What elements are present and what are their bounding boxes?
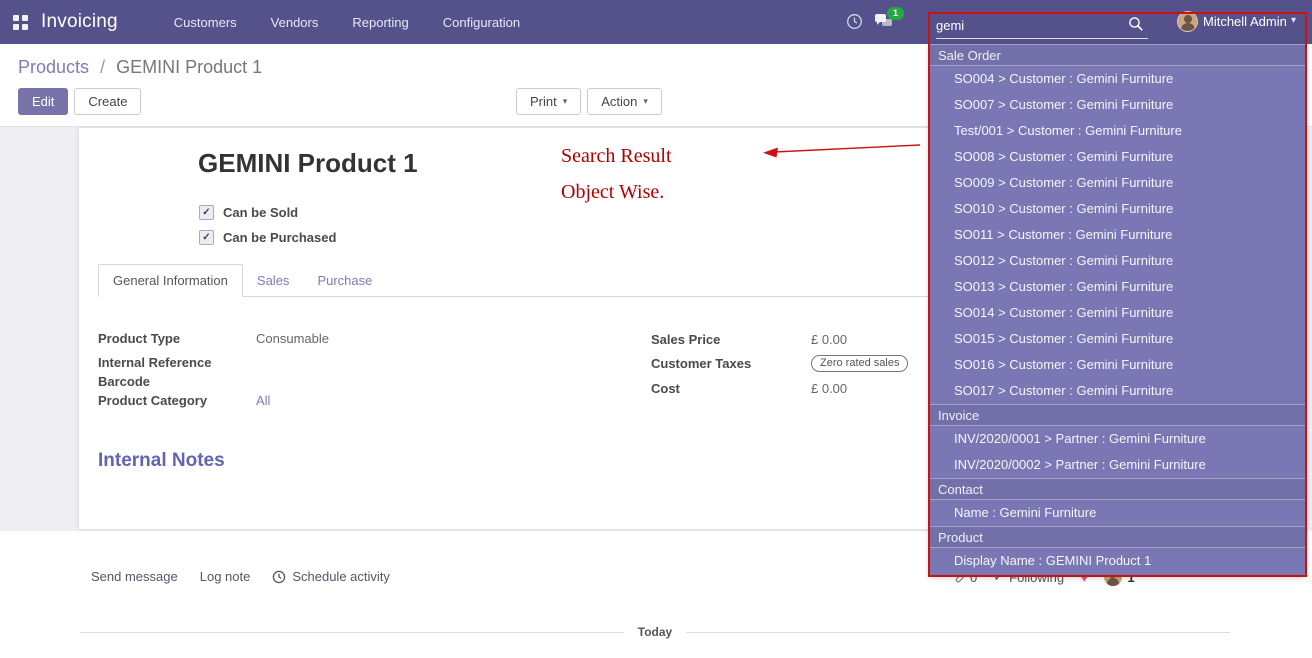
right-field-column: Sales Price £ 0.00 Customer Taxes Zero r… [651,331,908,404]
form-buttons: Edit Create [18,88,141,115]
breadcrumb: Products / GEMINI Product 1 [18,57,262,78]
field-sales-price: Sales Price £ 0.00 [651,331,908,347]
field-cost: Cost £ 0.00 [651,380,908,396]
search-results-dropdown: Sale Order SO004 > Customer : Gemini Fur… [930,44,1305,575]
field-product-category: Product Category All [98,393,329,408]
menu-customers[interactable]: Customers [174,15,237,30]
schedule-activity-button[interactable]: Schedule activity [272,569,390,584]
messages-icon[interactable]: 1 [874,12,893,34]
create-button[interactable]: Create [74,88,141,115]
user-menu-caret-icon[interactable]: ▾ [1291,15,1296,26]
search-result-item[interactable]: Test/001 > Customer : Gemini Furniture [930,118,1305,144]
today-label: Today [638,625,672,639]
app-name[interactable]: Invoicing [41,11,118,33]
field-label: Customer Taxes [651,356,811,371]
breadcrumb-products-link[interactable]: Products [18,57,89,77]
field-value: £ 0.00 [811,332,847,347]
apps-menu-icon[interactable] [13,15,28,30]
annotation-line-2: Object Wise. [561,180,672,204]
product-title: GEMINI Product 1 [198,148,418,179]
action-label: Action [601,94,637,109]
user-menu[interactable]: Mitchell Admin [1203,14,1287,29]
action-dropdown-button[interactable]: Action ▾ [587,88,662,115]
customer-tax-tag: Zero rated sales [811,355,908,372]
global-search-input[interactable] [936,12,1148,39]
field-label: Cost [651,381,811,396]
caret-down-icon: ▾ [643,96,648,107]
internal-notes-heading: Internal Notes [98,450,225,472]
menu-configuration[interactable]: Configuration [443,15,520,30]
search-result-item[interactable]: SO016 > Customer : Gemini Furniture [930,352,1305,378]
print-action-buttons: Print ▾ Action ▾ [516,88,662,115]
search-result-item[interactable]: SO011 > Customer : Gemini Furniture [930,222,1305,248]
checkbox-checked-icon: ✓ [199,205,214,220]
search-group-contact: Contact [930,478,1305,500]
send-message-button[interactable]: Send message [91,569,178,584]
field-internal-reference: Internal Reference [98,355,329,370]
tab-purchase[interactable]: Purchase [303,265,386,296]
search-result-item[interactable]: SO004 > Customer : Gemini Furniture [930,66,1305,92]
annotation-arrow [752,136,930,162]
edit-button[interactable]: Edit [18,88,68,115]
field-label: Product Type [98,331,256,346]
search-group-sale-order: Sale Order [930,44,1305,66]
field-product-type: Product Type Consumable [98,331,329,346]
field-barcode: Barcode [98,374,329,389]
checkbox-checked-icon: ✓ [199,230,214,245]
field-value: Consumable [256,331,329,346]
menu-vendors[interactable]: Vendors [271,15,319,30]
user-avatar[interactable] [1177,11,1198,32]
search-group-product: Product [930,526,1305,548]
field-value: £ 0.00 [811,381,847,396]
annotation-line-1: Search Result [561,144,672,168]
search-group-invoice: Invoice [930,404,1305,426]
annotation-text: Search Result Object Wise. [561,144,672,204]
print-dropdown-button[interactable]: Print ▾ [516,88,581,115]
breadcrumb-separator: / [100,57,105,77]
can-be-purchased-checkbox[interactable]: ✓ Can be Purchased [199,230,336,245]
schedule-activity-label: Schedule activity [292,569,390,584]
search-result-item[interactable]: Display Name : GEMINI Product 1 [930,548,1305,574]
field-label: Product Category [98,393,256,408]
search-result-item[interactable]: SO009 > Customer : Gemini Furniture [930,170,1305,196]
caret-down-icon: ▾ [563,96,568,107]
breadcrumb-current: GEMINI Product 1 [116,57,262,77]
search-result-item[interactable]: INV/2020/0001 > Partner : Gemini Furnitu… [930,426,1305,452]
can-be-sold-checkbox[interactable]: ✓ Can be Sold [199,205,298,220]
field-label: Internal Reference [98,355,256,370]
tab-general-information[interactable]: General Information [98,264,243,297]
activities-clock-icon[interactable] [846,13,863,30]
product-category-link[interactable]: All [256,393,270,408]
tab-sales[interactable]: Sales [243,265,304,296]
menu-reporting[interactable]: Reporting [352,15,408,30]
schedule-clock-icon [272,570,286,584]
search-result-item[interactable]: INV/2020/0002 > Partner : Gemini Furnitu… [930,452,1305,478]
chatter-toolbar: Send message Log note Schedule activity [91,569,390,584]
search-result-item[interactable]: SO013 > Customer : Gemini Furniture [930,274,1305,300]
today-divider: Today [80,625,1230,639]
screen: Invoicing Customers Vendors Reporting Co… [0,0,1312,658]
search-result-item[interactable]: SO010 > Customer : Gemini Furniture [930,196,1305,222]
main-menu: Customers Vendors Reporting Configuratio… [174,15,520,30]
print-label: Print [530,94,557,109]
search-result-item[interactable]: SO015 > Customer : Gemini Furniture [930,326,1305,352]
search-icon[interactable] [1128,16,1144,32]
field-customer-taxes: Customer Taxes Zero rated sales [651,355,908,372]
field-label: Sales Price [651,332,811,347]
field-label: Barcode [98,374,256,389]
search-result-item[interactable]: SO012 > Customer : Gemini Furniture [930,248,1305,274]
search-result-item[interactable]: SO017 > Customer : Gemini Furniture [930,378,1305,404]
search-result-item[interactable]: Name : Gemini Furniture [930,500,1305,526]
search-result-item[interactable]: SO007 > Customer : Gemini Furniture [930,92,1305,118]
can-be-sold-label: Can be Sold [223,205,298,220]
can-be-purchased-label: Can be Purchased [223,230,336,245]
log-note-button[interactable]: Log note [200,569,251,584]
search-result-item[interactable]: SO014 > Customer : Gemini Furniture [930,300,1305,326]
search-result-item[interactable]: SO008 > Customer : Gemini Furniture [930,144,1305,170]
left-field-column: Product Type Consumable Internal Referen… [98,331,329,412]
message-count-badge: 1 [887,7,904,20]
